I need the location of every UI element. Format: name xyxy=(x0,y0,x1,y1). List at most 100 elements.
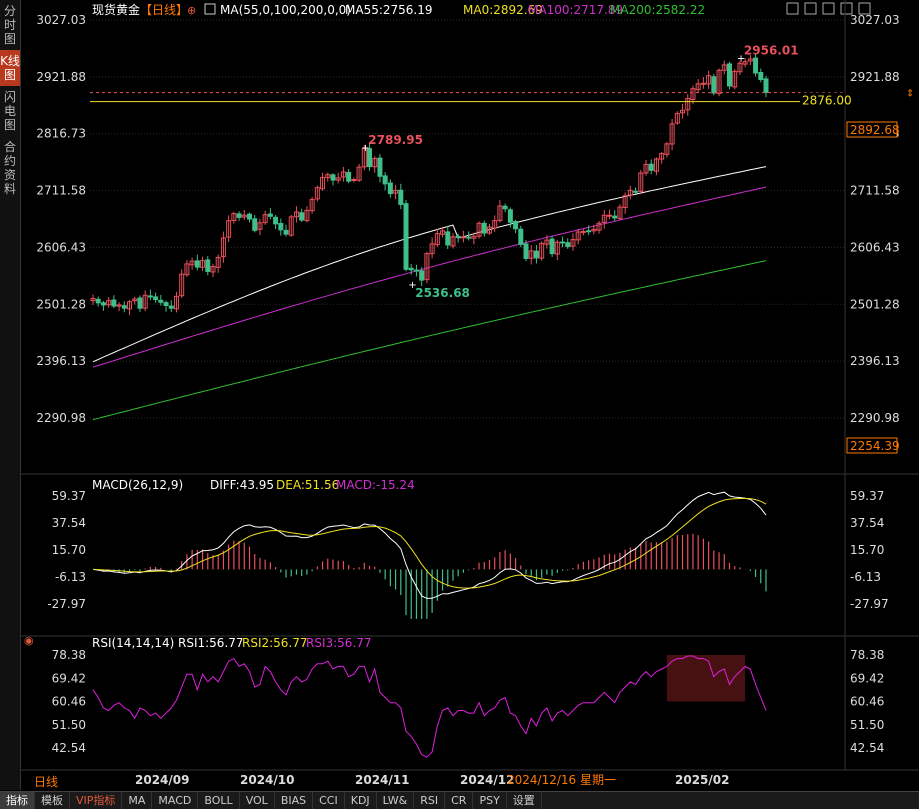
candle xyxy=(382,172,388,191)
candle xyxy=(147,289,153,301)
indicator-tab-2[interactable]: VIP指标 xyxy=(70,792,123,809)
macd-tick-left: 15.70 xyxy=(52,543,86,557)
candle xyxy=(257,218,263,236)
indicator-tab-bar: 指标 模板 VIP指标 MA MACD BOLL VOL BIAS CCI KDJ LW& RSI CR… xyxy=(0,791,919,809)
candle xyxy=(356,163,362,182)
indicator-tab-13[interactable]: PSY xyxy=(473,792,507,809)
ma55-label: MA55:2756.19 xyxy=(345,3,433,17)
candle xyxy=(434,228,440,248)
indicator-tab-0[interactable]: 指标 xyxy=(0,792,35,809)
candle xyxy=(262,210,268,225)
ma100-line xyxy=(92,186,767,368)
indicator-tab-8[interactable]: CCI xyxy=(313,792,345,809)
candle xyxy=(617,204,623,221)
candle xyxy=(247,212,253,223)
price-tick-right: 2711.58 xyxy=(850,184,900,198)
indicator-settings-icon[interactable] xyxy=(204,3,216,15)
extreme-label: 2956.01 xyxy=(744,43,799,57)
candle xyxy=(314,185,320,202)
indicator-tab-7[interactable]: BIAS xyxy=(275,792,314,809)
time-cursor-label: 2024/12/16 星期一 xyxy=(507,773,616,787)
candle xyxy=(721,60,727,75)
candle xyxy=(601,209,607,229)
price-tick-left: 2606.43 xyxy=(36,240,86,254)
candle xyxy=(549,236,555,257)
candle xyxy=(189,257,195,270)
rsi-tick-right: 69.42 xyxy=(850,671,884,685)
ma-title: MA(55,0,100,200,0,0) xyxy=(220,3,351,17)
candle xyxy=(716,68,722,97)
candle xyxy=(622,192,628,214)
candle xyxy=(711,73,717,96)
rsi-tick-right: 78.38 xyxy=(850,648,884,662)
candle xyxy=(700,77,706,89)
rsi-tick-left: 42.54 xyxy=(52,741,86,755)
left-tab-3[interactable]: 合约资料 xyxy=(0,136,20,200)
time-axis-period[interactable]: 日线 xyxy=(34,775,58,789)
indicator-tab-3[interactable]: MA xyxy=(122,792,153,809)
price-tick-left: 2816.73 xyxy=(36,127,86,141)
minimize-icon[interactable] xyxy=(822,2,835,15)
candle xyxy=(194,254,200,271)
candle xyxy=(580,229,586,236)
indicator-tab-10[interactable]: LW& xyxy=(377,792,415,809)
candle xyxy=(299,208,305,222)
candle xyxy=(445,225,451,250)
macd-tick-left: -6.13 xyxy=(55,570,86,584)
extreme-label: 2536.68 xyxy=(415,286,470,300)
add-window-icon[interactable] xyxy=(804,2,817,15)
macd-dea-line xyxy=(92,497,767,589)
indicator-tab-9[interactable]: KDJ xyxy=(345,792,377,809)
indicator-tab-11[interactable]: RSI xyxy=(414,792,446,809)
indicator-tab-4[interactable]: MACD xyxy=(152,792,199,809)
indicator-tab-6[interactable]: VOL xyxy=(240,792,275,809)
macd-tick-right: 59.37 xyxy=(850,489,884,503)
candle xyxy=(596,221,602,234)
left-tab-1[interactable]: K线图 xyxy=(0,50,20,86)
candle xyxy=(267,208,273,220)
macd-dea-label: DEA:51.56 xyxy=(276,478,339,492)
rsi-tick-left: 51.50 xyxy=(52,718,86,732)
candle xyxy=(659,151,665,164)
indicator-tab-5[interactable]: BOLL xyxy=(198,792,240,809)
candle xyxy=(351,177,357,183)
candle xyxy=(565,238,571,249)
price-tick-left: 2290.98 xyxy=(36,411,86,425)
extreme-label: 2789.95 xyxy=(368,133,423,147)
candle xyxy=(304,206,310,223)
price-tick-right: 2606.43 xyxy=(850,240,900,254)
indicator-tab-1[interactable]: 模板 xyxy=(35,792,70,809)
macd-tick-right: -27.97 xyxy=(850,597,889,611)
left-tab-2[interactable]: 闪电图 xyxy=(0,86,20,136)
grid-icon[interactable] xyxy=(786,2,799,15)
candle xyxy=(413,264,419,277)
candle xyxy=(200,256,206,272)
macd-diff-label: DIFF:43.95 xyxy=(210,478,274,492)
price-tick-left: 3027.03 xyxy=(36,13,86,27)
rsi-target-icon[interactable]: ◉ xyxy=(24,634,34,647)
candle xyxy=(179,269,185,299)
indicator-tab-14[interactable]: 设置 xyxy=(507,792,542,809)
candle xyxy=(278,218,284,236)
macd-tick-right: -6.13 xyxy=(850,570,881,584)
chart-canvas[interactable]: 现货黄金 【日线】 ⊕ MA(55,0,100,200,0,0) MA55:27… xyxy=(20,0,919,790)
indicator-tab-12[interactable]: CR xyxy=(445,792,474,809)
ma100-label: MA100:2717.89 xyxy=(528,3,623,17)
left-tab-0[interactable]: 分时图 xyxy=(0,0,20,50)
candle xyxy=(111,295,117,309)
target-icon[interactable]: ⊕ xyxy=(187,4,196,17)
candle xyxy=(137,295,143,312)
candle xyxy=(393,184,399,200)
macd-tick-right: 37.54 xyxy=(850,516,884,530)
candle xyxy=(680,103,686,119)
candle xyxy=(685,94,691,116)
rsi2-label: RSI2:56.77 xyxy=(242,636,308,650)
candle xyxy=(168,300,174,313)
candle xyxy=(173,291,179,313)
candle xyxy=(554,239,560,261)
candle xyxy=(648,159,654,175)
candle xyxy=(100,300,106,311)
rsi-line xyxy=(92,655,767,758)
candle xyxy=(518,225,524,248)
candle xyxy=(653,157,659,176)
